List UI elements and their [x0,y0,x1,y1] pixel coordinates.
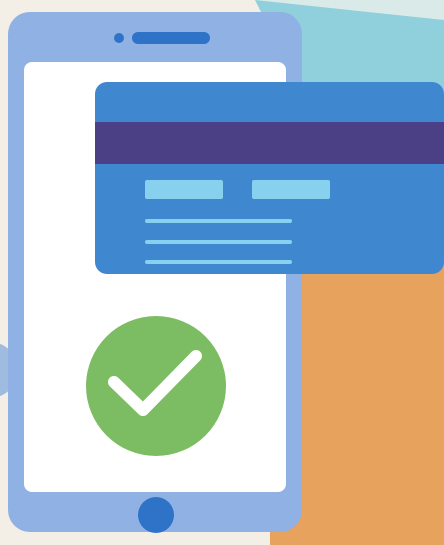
payment-illustration [0,0,444,545]
home-button-icon[interactable] [138,497,174,533]
card-field-right [252,180,330,199]
speaker-dot-icon [114,33,124,43]
check-circle [86,316,226,456]
illustration-scene [0,0,444,545]
card-line-3 [145,260,292,264]
speaker-slot-icon [132,32,210,44]
card-field-left [145,180,223,199]
card-stripe [95,122,444,164]
credit-card-icon [95,82,444,274]
card-line-1 [145,219,292,223]
card-line-2 [145,240,292,244]
